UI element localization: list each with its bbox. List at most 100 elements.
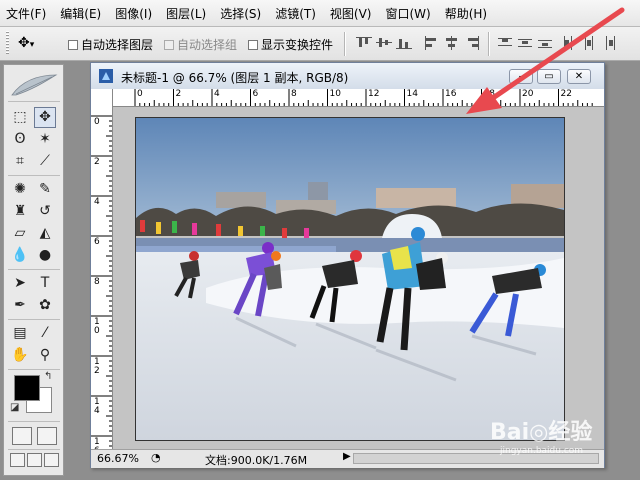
toolbox-divider xyxy=(8,449,60,450)
show-transform-controls-label: 显示变换控件 xyxy=(261,38,334,52)
paint-bucket-icon[interactable]: ◭ xyxy=(34,223,56,244)
align-horizontal-center-icon[interactable] xyxy=(444,36,460,50)
pen-icon[interactable]: ✒ xyxy=(9,295,31,316)
menu-edit[interactable]: 编辑(E) xyxy=(53,5,108,22)
swap-colors-icon[interactable]: ↰ xyxy=(44,371,52,382)
options-divider xyxy=(344,32,345,56)
photoshop-feather-logo xyxy=(11,74,58,96)
hand-icon[interactable]: ✋ xyxy=(9,345,31,366)
minimize-button[interactable]: – xyxy=(509,69,533,84)
custom-shape-icon[interactable]: ✿ xyxy=(34,295,56,316)
move-tool-preset-icon[interactable]: ✥▾ xyxy=(18,33,54,53)
horizontal-ruler[interactable]: 0 2 4 6 8 10 12 14 16 18 20 22 xyxy=(113,89,604,107)
path-selection-icon[interactable]: ➤ xyxy=(9,273,31,294)
checkbox-box[interactable] xyxy=(68,39,78,50)
ruler-label: 10 xyxy=(329,89,341,99)
type-tool-icon[interactable]: T xyxy=(34,273,56,294)
menu-filter[interactable]: 滤镜(T) xyxy=(268,5,323,22)
status-menu-arrow-icon[interactable]: ▶ xyxy=(343,451,351,462)
zoom-level[interactable]: 66.67% xyxy=(97,452,139,465)
dodge-icon[interactable]: ● xyxy=(34,245,56,266)
distribute-vertical-center-icon[interactable] xyxy=(518,36,534,50)
ruler-label: 1 6 xyxy=(94,437,100,450)
foreground-color-swatch[interactable] xyxy=(14,375,40,401)
history-brush-icon[interactable]: ↺ xyxy=(34,201,56,222)
canvas-area[interactable] xyxy=(113,107,604,449)
document-title-bar[interactable]: 未标题-1 @ 66.7% (图层 1 副本, RGB/8) – ▭ ✕ xyxy=(91,63,604,90)
distribute-left-icon[interactable] xyxy=(562,36,578,50)
photoshop-document-icon xyxy=(99,69,113,83)
close-button[interactable]: ✕ xyxy=(567,69,591,84)
full-screen-menu-mode-icon[interactable] xyxy=(27,453,42,467)
align-bottom-icon[interactable] xyxy=(396,36,412,50)
align-vertical-center-icon[interactable] xyxy=(376,36,392,50)
toolbox-divider xyxy=(8,369,60,370)
distribute-bottom-icon[interactable] xyxy=(538,36,554,50)
menu-help[interactable]: 帮助(H) xyxy=(438,5,494,22)
distribute-top-icon[interactable] xyxy=(498,36,514,50)
menu-layer[interactable]: 图层(L) xyxy=(159,5,213,22)
toolbox: ⬚ ✥ ʘ ✶ ⌗ ⟋ ✺ ✎ ♜ ↺ ▱ ◭ 💧 ● ➤ T ✒ ✿ ▤ ⁄ … xyxy=(3,64,64,476)
crop-icon[interactable]: ⌗ xyxy=(9,151,31,172)
ruler-label: 2 xyxy=(175,89,182,99)
ruler-label: 16 xyxy=(445,89,457,99)
default-colors-icon[interactable]: ◪ xyxy=(10,402,19,413)
ruler-label: 2 xyxy=(94,157,100,167)
toolbox-divider xyxy=(8,421,60,422)
ruler-label: 6 xyxy=(94,237,100,247)
distribute-right-icon[interactable] xyxy=(602,36,618,50)
align-right-icon[interactable] xyxy=(464,36,480,50)
toolbox-divider xyxy=(8,269,60,270)
ruler-label: 8 xyxy=(94,277,100,287)
maximize-button[interactable]: ▭ xyxy=(537,69,561,84)
standard-screen-mode-icon[interactable] xyxy=(10,453,25,467)
menu-file[interactable]: 文件(F) xyxy=(0,5,53,22)
ruler-label: 4 xyxy=(214,89,220,99)
move-tool-icon[interactable]: ✥ xyxy=(34,107,56,128)
brush-icon[interactable]: ✎ xyxy=(34,179,56,200)
clone-stamp-icon[interactable]: ♜ xyxy=(9,201,31,222)
distribute-horizontal-center-icon[interactable] xyxy=(582,36,598,50)
ruler-origin[interactable] xyxy=(91,89,113,107)
standard-mode-icon[interactable] xyxy=(12,427,32,445)
full-screen-mode-icon[interactable] xyxy=(44,453,59,467)
blur-icon[interactable]: 💧 xyxy=(9,245,31,266)
document-title: 未标题-1 @ 66.7% (图层 1 副本, RGB/8) xyxy=(121,71,349,85)
ruler-label: 20 xyxy=(522,89,534,99)
align-left-icon[interactable] xyxy=(424,36,440,50)
toolbox-divider xyxy=(8,175,60,176)
lasso-icon[interactable]: ʘ xyxy=(9,129,31,150)
notes-icon[interactable]: ▤ xyxy=(9,323,31,344)
speed-skating-image xyxy=(136,118,564,440)
auto-select-layer-label: 自动选择图层 xyxy=(81,38,154,52)
zoom-preview-icon[interactable]: ◔ xyxy=(151,451,161,464)
ruler-label: 1 4 xyxy=(94,397,100,416)
eraser-icon[interactable]: ▱ xyxy=(9,223,31,244)
menu-window[interactable]: 窗口(W) xyxy=(378,5,437,22)
show-transform-controls-checkbox[interactable]: 显示变换控件 xyxy=(248,36,333,53)
watermark-text: Bai◎经验 xyxy=(490,420,593,445)
ruler-label: 12 xyxy=(368,89,380,99)
vertical-ruler[interactable]: 0 2 4 6 8 1 0 1 2 1 4 1 6 xyxy=(91,106,113,449)
rectangular-marquee-icon[interactable]: ⬚ xyxy=(9,107,31,128)
auto-select-group-checkbox[interactable]: 自动选择组 xyxy=(164,36,237,53)
skating-photo[interactable] xyxy=(135,117,565,441)
align-top-icon[interactable] xyxy=(356,36,372,50)
auto-select-group-label: 自动选择组 xyxy=(177,38,238,52)
eyedropper-icon[interactable]: ⁄ xyxy=(34,323,56,344)
slice-icon[interactable]: ⟋ xyxy=(34,151,56,172)
auto-select-layer-checkbox[interactable]: 自动选择图层 xyxy=(68,36,153,53)
zoom-icon[interactable]: ⚲ xyxy=(34,345,56,366)
toolbox-divider xyxy=(8,101,60,102)
ruler-label: 18 xyxy=(483,89,495,99)
menu-select[interactable]: 选择(S) xyxy=(213,5,268,22)
menu-image[interactable]: 图像(I) xyxy=(108,5,159,22)
quick-mask-mode-icon[interactable] xyxy=(37,427,57,445)
ruler-label: 0 xyxy=(137,89,143,99)
healing-brush-icon[interactable]: ✺ xyxy=(9,179,31,200)
options-grip[interactable] xyxy=(6,31,9,55)
checkbox-box[interactable] xyxy=(248,39,258,50)
checkbox-box[interactable] xyxy=(164,39,174,50)
magic-wand-icon[interactable]: ✶ xyxy=(34,129,56,150)
menu-view[interactable]: 视图(V) xyxy=(323,5,379,22)
